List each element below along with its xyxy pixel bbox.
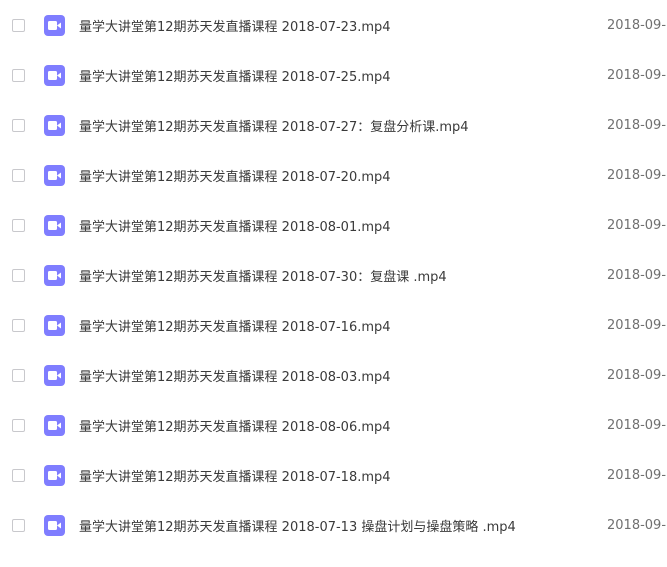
file-name[interactable]: 量学大讲堂第12期苏天发直播课程 2018-07-27：复盘分析课.mp4: [79, 116, 469, 135]
file-row[interactable]: 量学大讲堂第12期苏天发直播课程 2018-07-27：复盘分析课.mp4 20…: [0, 100, 667, 150]
video-file-icon: [44, 464, 65, 486]
video-file-icon: [44, 214, 65, 236]
file-name[interactable]: 量学大讲堂第12期苏天发直播课程 2018-08-06.mp4: [79, 416, 391, 435]
file-row[interactable]: 量学大讲堂第12期苏天发直播课程 2018-07-20.mp4 2018-09-: [0, 150, 667, 200]
row-checkbox[interactable]: [12, 368, 25, 382]
file-date: 2018-09-: [607, 367, 667, 383]
file-date: 2018-09-: [607, 517, 667, 533]
file-row[interactable]: 量学大讲堂第12期苏天发直播课程 2018-08-03.mp4 2018-09-: [0, 350, 667, 400]
file-row[interactable]: 量学大讲堂第12期苏天发直播课程 2018-07-30：复盘课 .mp4 201…: [0, 250, 667, 300]
file-date: 2018-09-: [607, 67, 667, 83]
video-file-icon: [44, 264, 65, 286]
file-row[interactable]: 量学大讲堂第12期苏天发直播课程 2018-07-23.mp4 2018-09-: [0, 0, 667, 50]
file-name[interactable]: 量学大讲堂第12期苏天发直播课程 2018-07-13 操盘计划与操盘策略 .m…: [79, 516, 516, 535]
file-name[interactable]: 量学大讲堂第12期苏天发直播课程 2018-07-18.mp4: [79, 466, 391, 485]
video-file-icon: [44, 64, 65, 86]
video-file-icon: [44, 414, 65, 436]
file-date: 2018-09-: [607, 417, 667, 433]
file-row[interactable]: 量学大讲堂第12期苏天发直播课程 2018-07-25.mp4 2018-09-: [0, 50, 667, 100]
row-checkbox[interactable]: [12, 518, 25, 532]
row-checkbox[interactable]: [12, 268, 25, 282]
file-name[interactable]: 量学大讲堂第12期苏天发直播课程 2018-07-16.mp4: [79, 316, 391, 335]
row-checkbox[interactable]: [12, 218, 25, 232]
video-file-icon: [44, 314, 65, 336]
file-name[interactable]: 量学大讲堂第12期苏天发直播课程 2018-08-01.mp4: [79, 216, 391, 235]
video-file-icon: [44, 114, 65, 136]
file-date: 2018-09-: [607, 217, 667, 233]
video-file-icon: [44, 14, 65, 36]
file-name[interactable]: 量学大讲堂第12期苏天发直播课程 2018-07-30：复盘课 .mp4: [79, 266, 447, 285]
file-name[interactable]: 量学大讲堂第12期苏天发直播课程 2018-07-23.mp4: [79, 16, 391, 35]
row-checkbox[interactable]: [12, 468, 25, 482]
file-date: 2018-09-: [607, 167, 667, 183]
file-date: 2018-09-: [607, 317, 667, 333]
row-checkbox[interactable]: [12, 418, 25, 432]
file-date: 2018-09-: [607, 467, 667, 483]
row-checkbox[interactable]: [12, 68, 25, 82]
file-date: 2018-09-: [607, 117, 667, 133]
file-name[interactable]: 量学大讲堂第12期苏天发直播课程 2018-07-20.mp4: [79, 166, 391, 185]
file-list: 量学大讲堂第12期苏天发直播课程 2018-07-23.mp4 2018-09-…: [0, 0, 667, 567]
file-row[interactable]: 量学大讲堂第12期苏天发直播课程 2018-08-06.mp4 2018-09-: [0, 400, 667, 450]
file-date: 2018-09-: [607, 267, 667, 283]
row-checkbox[interactable]: [12, 118, 25, 132]
row-checkbox[interactable]: [12, 18, 25, 32]
row-checkbox[interactable]: [12, 318, 25, 332]
file-row[interactable]: 量学大讲堂第12期苏天发直播课程 2018-07-16.mp4 2018-09-: [0, 300, 667, 350]
video-file-icon: [44, 514, 65, 536]
file-row[interactable]: 量学大讲堂第12期苏天发直播课程 2018-08-01.mp4 2018-09-: [0, 200, 667, 250]
file-date: 2018-09-: [607, 17, 667, 33]
video-file-icon: [44, 364, 65, 386]
file-row[interactable]: 量学大讲堂第12期苏天发直播课程 2018-07-18.mp4 2018-09-: [0, 450, 667, 500]
row-checkbox[interactable]: [12, 168, 25, 182]
file-row[interactable]: 量学大讲堂第12期苏天发直播课程 2018-07-13 操盘计划与操盘策略 .m…: [0, 500, 667, 550]
file-name[interactable]: 量学大讲堂第12期苏天发直播课程 2018-08-03.mp4: [79, 366, 391, 385]
file-name[interactable]: 量学大讲堂第12期苏天发直播课程 2018-07-25.mp4: [79, 66, 391, 85]
video-file-icon: [44, 164, 65, 186]
